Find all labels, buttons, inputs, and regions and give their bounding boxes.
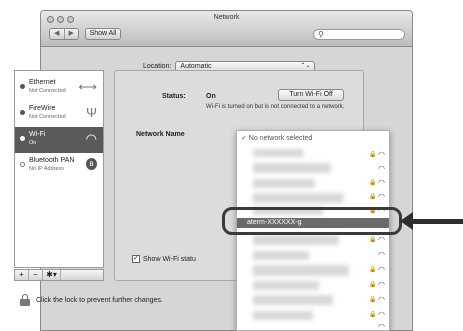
service-name: Wi-Fi <box>29 131 46 138</box>
lock-text: Click the lock to prevent further change… <box>36 296 163 304</box>
blurred-network-name <box>253 235 339 245</box>
service-name: Bluetooth PAN <box>29 157 75 164</box>
ethernet-icon: ⟷ <box>78 79 97 94</box>
network-name-label: Network Name <box>136 131 185 138</box>
search-icon: ⚲ <box>318 30 324 39</box>
wifi-signal-icon: ◠ <box>378 322 385 331</box>
status-dot <box>20 84 25 89</box>
back-forward-control: ◀ ▶ <box>49 28 79 40</box>
lock-icon: 🔒 <box>369 152 377 158</box>
action-menu-button[interactable]: ✱▾ <box>43 270 61 280</box>
lock-icon: 🔒 <box>369 297 377 303</box>
service-status: No IP Address <box>29 166 65 172</box>
firewire-icon: Ψ <box>86 105 97 120</box>
service-name: FireWire <box>29 105 56 112</box>
lock-icon[interactable] <box>20 294 30 306</box>
blurred-network-name <box>253 311 313 320</box>
wifi-signal-icon: ◠ <box>378 235 385 244</box>
blurred-network-name <box>253 265 349 276</box>
menu-item-no-network[interactable]: ✓ No network selected <box>241 134 312 142</box>
wifi-signal-icon: ◠ <box>378 280 385 289</box>
status-value: On <box>206 93 216 100</box>
show-all-button[interactable]: Show All <box>85 28 121 40</box>
location-label: Location: <box>143 63 172 70</box>
pointer-arrow <box>412 219 463 224</box>
lock-icon: 🔒 <box>369 267 377 273</box>
service-status: Not Connected <box>29 88 66 94</box>
service-status: On <box>29 140 37 146</box>
wifi-signal-icon: ◠ <box>378 178 385 187</box>
service-item-ethernet[interactable]: Ethernet Not Connected ⟷ <box>15 75 103 101</box>
location-value: Automatic <box>180 63 212 70</box>
wifi-signal-icon: ◠ <box>378 150 385 159</box>
search-input[interactable]: ⚲ <box>313 29 405 40</box>
service-item-firewire[interactable]: FireWire Not Connected Ψ <box>15 101 103 127</box>
blurred-network-name <box>253 295 333 305</box>
wifi-signal-icon: ◠ <box>378 164 385 173</box>
title-bar: Network ◀ ▶ Show All ⚲ <box>41 11 412 47</box>
status-dot <box>20 162 25 167</box>
lock-icon: 🔒 <box>369 282 377 288</box>
forward-button[interactable]: ▶ <box>63 29 79 39</box>
show-wifi-status-label: Show Wi-Fi statu <box>143 255 196 263</box>
highlight-callout <box>222 207 402 235</box>
blurred-network-name <box>253 179 315 188</box>
status-description: Wi-Fi is turned on but is not connected … <box>206 104 345 110</box>
wifi-signal-icon: ◠ <box>378 192 385 201</box>
remove-service-button[interactable]: − <box>29 270 43 280</box>
window-title: Network <box>213 14 240 21</box>
service-list-controls: + − ✱▾ <box>14 269 104 281</box>
blurred-network-name <box>253 193 343 203</box>
status-label: Status: <box>162 93 186 100</box>
add-service-button[interactable]: + <box>15 270 29 280</box>
blurred-network-name <box>253 149 303 157</box>
blurred-network-name <box>253 163 331 173</box>
wifi-signal-icon: ◠ <box>378 250 385 259</box>
lock-icon: 🔒 <box>369 237 377 243</box>
wifi-signal-icon: ◠ <box>378 310 385 319</box>
service-item-bluetooth-pan[interactable]: Bluetooth PAN No IP Address ʙ <box>15 153 103 179</box>
lock-row: Click the lock to prevent further change… <box>20 294 163 306</box>
lock-icon: 🔒 <box>369 194 377 200</box>
service-status: Not Connected <box>29 114 66 120</box>
lock-icon: 🔒 <box>369 180 377 186</box>
checkbox[interactable]: ✓ <box>132 255 140 263</box>
wifi-icon: ◠ <box>85 131 97 146</box>
service-item-wifi[interactable]: Wi-Fi On ◠ <box>15 127 103 153</box>
show-wifi-status-checkbox[interactable]: ✓ Show Wi-Fi statu <box>132 255 196 263</box>
wifi-signal-icon: ◠ <box>378 295 385 304</box>
lock-icon: 🔒 <box>369 312 377 318</box>
bluetooth-icon: ʙ <box>86 158 97 170</box>
status-dot <box>20 136 25 141</box>
service-name: Ethernet <box>29 79 56 86</box>
blurred-network-name <box>253 281 319 290</box>
service-list: Ethernet Not Connected ⟷ FireWire Not Co… <box>14 70 104 268</box>
wifi-signal-icon: ◠ <box>378 265 385 274</box>
back-button[interactable]: ◀ <box>50 29 64 39</box>
status-dot <box>20 110 25 115</box>
turn-wifi-off-button[interactable]: Turn Wi-Fi Off <box>278 89 344 101</box>
blurred-network-name <box>253 251 309 260</box>
